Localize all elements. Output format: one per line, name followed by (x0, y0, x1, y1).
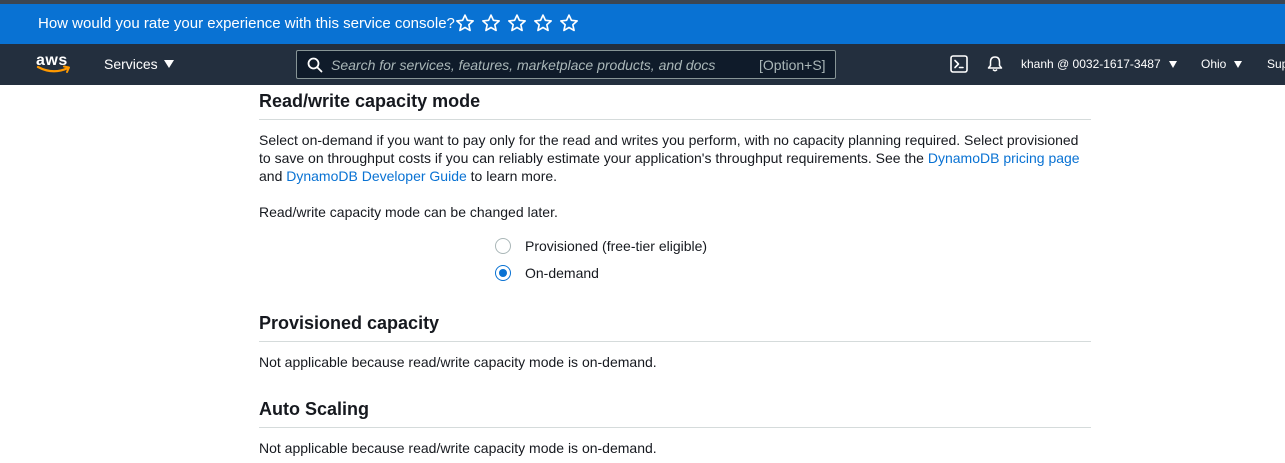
services-label: Services (104, 56, 158, 72)
feedback-banner: How would you rate your experience with … (0, 4, 1285, 44)
radio-option-on-demand[interactable]: On-demand (495, 265, 599, 281)
description-and-text: and (259, 168, 287, 184)
top-navigation: aws Services [Option+S] khanh @ 0032-161… (0, 44, 1285, 85)
search-shortcut-hint: [Option+S] (759, 57, 826, 73)
caret-down-icon (163, 60, 174, 68)
capacity-mode-description: Select on-demand if you want to pay only… (259, 131, 1091, 185)
star-1-icon[interactable] (455, 13, 475, 33)
rating-stars (455, 13, 585, 33)
radio-button-on-demand[interactable] (495, 265, 511, 281)
star-3-icon[interactable] (507, 13, 527, 33)
account-menu-button[interactable]: khanh @ 0032-1617-3487 (1021, 57, 1177, 71)
star-2-icon[interactable] (481, 13, 501, 33)
caret-down-icon (1168, 60, 1177, 68)
star-4-icon[interactable] (533, 13, 553, 33)
radio-label-provisioned: Provisioned (free-tier eligible) (525, 238, 708, 254)
region-label: Ohio (1201, 57, 1227, 71)
services-menu-button[interactable]: Services (104, 56, 174, 72)
search-input[interactable] (331, 54, 751, 76)
developer-guide-link[interactable]: DynamoDB Developer Guide (286, 168, 467, 184)
section-title-auto-scaling: Auto Scaling (259, 399, 370, 419)
radio-label-on-demand: On-demand (525, 265, 599, 281)
radio-button-provisioned[interactable] (495, 238, 511, 254)
feedback-question: How would you rate your experience with … (38, 15, 455, 32)
section-title-capacity-mode: Read/write capacity mode (259, 91, 481, 111)
support-menu-button[interactable]: Support (1267, 57, 1285, 71)
auto-scaling-note: Not applicable because read/write capaci… (259, 440, 657, 456)
search-icon (307, 57, 323, 73)
cloudshell-icon[interactable] (950, 55, 968, 73)
divider (259, 341, 1091, 342)
caret-down-icon (1234, 60, 1243, 68)
radio-option-provisioned[interactable]: Provisioned (free-tier eligible) (495, 238, 707, 254)
star-5-icon[interactable] (559, 13, 579, 33)
divider (259, 427, 1091, 428)
description-end-text: to learn more. (466, 168, 558, 184)
account-label: khanh @ 0032-1617-3487 (1021, 57, 1161, 71)
region-menu-button[interactable]: Ohio (1201, 57, 1243, 71)
divider (259, 119, 1091, 120)
section-title-provisioned-capacity: Provisioned capacity (259, 313, 440, 333)
notification-bell-icon[interactable] (985, 54, 1005, 74)
search-box: [Option+S] (296, 50, 836, 79)
dynamodb-pricing-link[interactable]: DynamoDB pricing page (928, 150, 1080, 166)
provisioned-capacity-note: Not applicable because read/write capaci… (259, 354, 657, 370)
capacity-mode-change-note: Read/write capacity mode can be changed … (259, 204, 558, 220)
aws-smile-icon (36, 65, 70, 73)
aws-logo[interactable]: aws (36, 52, 72, 78)
